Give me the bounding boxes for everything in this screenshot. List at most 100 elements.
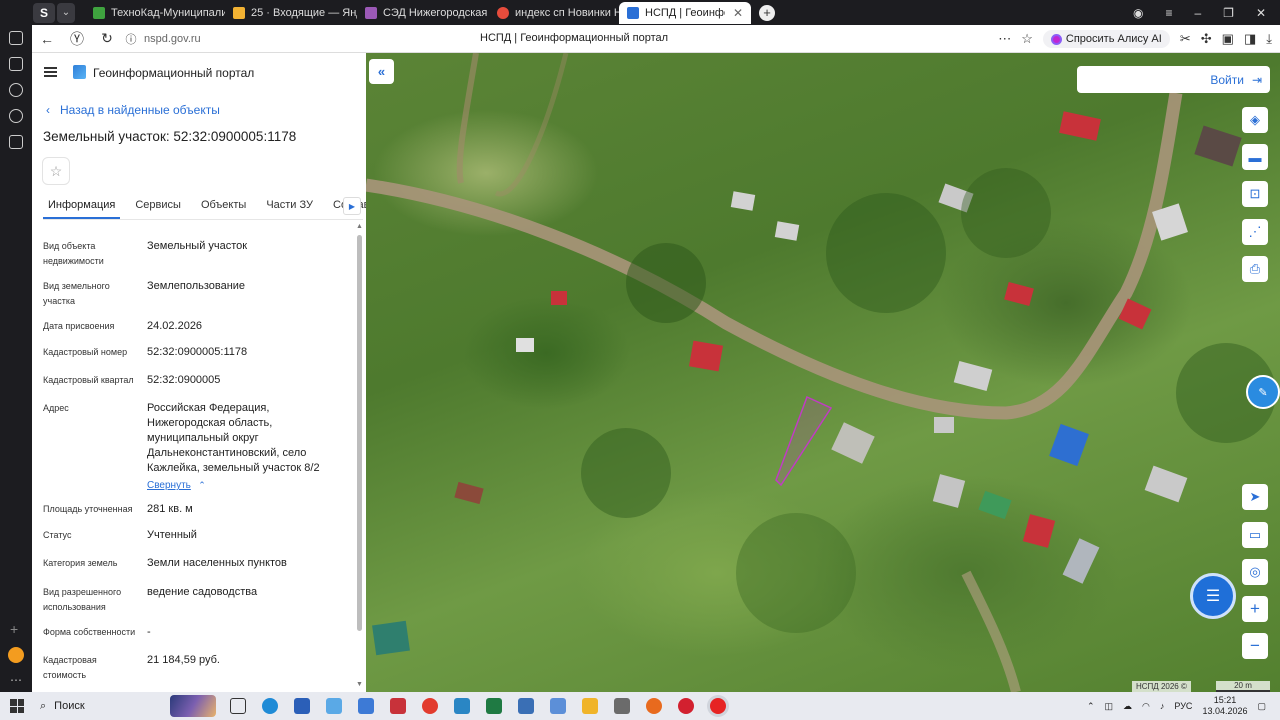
app-icon[interactable]	[326, 698, 342, 714]
property-value: 52:32:0900005	[147, 374, 221, 386]
sidebar-alice-icon[interactable]	[8, 647, 24, 663]
tab-information[interactable]: Информация	[43, 196, 121, 219]
scrollbar-thumb[interactable]	[357, 235, 362, 631]
extensions-icon[interactable]: ✣	[1201, 31, 1212, 47]
downloads-circle-icon[interactable]: ◉	[1133, 6, 1143, 20]
tabs-dropdown-button[interactable]: ⌄	[57, 2, 75, 23]
tab-objects[interactable]: Объекты	[196, 196, 251, 219]
sidebar-collections-icon[interactable]	[9, 57, 23, 71]
notepad-icon[interactable]	[358, 698, 374, 714]
yandex-browser-icon[interactable]	[710, 698, 726, 714]
tray-chevron-up-icon[interactable]: ⌃	[1087, 701, 1095, 712]
screen: S ⌄ ТехноКад-Муниципалитет 25 · Входящие…	[0, 0, 1280, 720]
tabs-scroll-right-button[interactable]: ▶	[343, 197, 361, 215]
download-icon[interactable]: ⤓	[1266, 31, 1272, 47]
sidebar-more-icon[interactable]: ⋯	[10, 673, 23, 687]
scroll-up-icon[interactable]: ▲	[356, 223, 363, 230]
property-value: Земли населенных пунктов	[147, 557, 287, 569]
yandex-icon[interactable]: Ⓨ	[62, 29, 92, 49]
app-icon[interactable]	[614, 698, 630, 714]
taskbar-clock[interactable]: 15:21 13.04.2026	[1202, 695, 1247, 717]
browser-tab[interactable]: индекс сп Новинки Нижегородская	[489, 2, 619, 24]
close-window-icon[interactable]: ✕	[1256, 6, 1266, 20]
site-info-icon[interactable]: ⓘ	[122, 31, 140, 47]
layers-button[interactable]: ◈	[1242, 107, 1268, 133]
opera-icon[interactable]	[678, 698, 694, 714]
zoom-out-button[interactable]: −	[1242, 633, 1268, 659]
select-area-button[interactable]: ⊡	[1242, 181, 1268, 207]
feedback-button[interactable]: ✎	[1246, 375, 1280, 409]
wifi-icon[interactable]: ◠	[1142, 701, 1150, 712]
maximize-icon[interactable]: ❐	[1223, 6, 1234, 20]
volume-icon[interactable]: ♪	[1160, 701, 1165, 711]
new-tab-button[interactable]: +	[759, 4, 775, 21]
house-roof	[953, 360, 993, 392]
browser-app-button[interactable]: S	[33, 2, 55, 23]
property-label: Статус	[43, 530, 72, 540]
tab-parts[interactable]: Части ЗУ	[261, 196, 318, 219]
house-roof	[1144, 465, 1188, 503]
browser-tab[interactable]: ТехноКад-Муниципалитет	[85, 2, 225, 24]
scroll-down-icon[interactable]: ▼	[356, 681, 363, 688]
more-options-icon[interactable]: ⋯	[998, 31, 1011, 47]
panel-scrollbar[interactable]: ▲ ▼	[356, 223, 364, 689]
back-to-results-link[interactable]: ‹ Назад в найденные объекты	[46, 103, 220, 117]
sidebar-home-icon[interactable]	[9, 31, 23, 45]
tools-icon[interactable]: ✂	[1180, 31, 1191, 47]
login-button[interactable]: Войти ⇥	[1077, 66, 1270, 93]
sidebar-play-icon[interactable]	[9, 109, 23, 123]
task-view-icon[interactable]	[230, 698, 246, 714]
share-button[interactable]: ⋰	[1242, 219, 1268, 245]
taskbar-search[interactable]: ⌕ Поиск	[40, 695, 216, 717]
collapse-link[interactable]: Свернуть ⌃	[147, 477, 267, 491]
app-icon[interactable]	[454, 698, 470, 714]
excel-icon[interactable]	[486, 698, 502, 714]
close-tab-icon[interactable]: ✕	[733, 6, 743, 20]
print-button[interactable]: ⎙	[1242, 256, 1268, 282]
bookmark-icon[interactable]: ☆	[1021, 31, 1033, 47]
chevron-left-icon: ‹	[46, 103, 50, 117]
tab-services[interactable]: Сервисы	[130, 196, 186, 219]
sidebar-five-icon[interactable]	[9, 135, 23, 149]
collapse-panel-button[interactable]: «	[369, 59, 394, 84]
tray-app-icon[interactable]: ◫	[1105, 701, 1114, 712]
hamburger-menu-icon[interactable]	[44, 67, 57, 77]
map-scale-bar: 20 m	[1216, 681, 1270, 692]
favorite-star-button[interactable]: ☆	[42, 157, 70, 185]
sidebar-history-icon[interactable]	[9, 83, 23, 97]
sidebar-add-icon[interactable]: +	[10, 621, 18, 637]
browser-tab-active[interactable]: НСПД | Геоинформационный ✕	[619, 1, 751, 24]
minimize-icon[interactable]: –	[1194, 6, 1201, 20]
geolocation-button[interactable]: ➤	[1242, 484, 1268, 510]
start-windows-icon[interactable]	[10, 699, 24, 713]
zoom-in-button[interactable]: +	[1242, 596, 1268, 622]
browser-tab[interactable]: СЭД Нижегородская обл.	[357, 2, 489, 24]
calendar-icon[interactable]	[390, 698, 406, 714]
menu-icon[interactable]: ≡	[1165, 6, 1172, 20]
edge-icon[interactable]	[262, 698, 278, 714]
tab-favicon-icon	[93, 6, 105, 19]
location-search-button[interactable]: ◎	[1242, 559, 1268, 585]
url-field[interactable]: nspd.gov.ru	[144, 33, 201, 45]
chat-assistant-button[interactable]: ☰	[1190, 573, 1236, 619]
house-roof	[934, 417, 954, 433]
yandex-app-icon[interactable]	[422, 698, 438, 714]
ruler-button[interactable]: ▬	[1242, 144, 1268, 170]
word-icon[interactable]	[294, 698, 310, 714]
input-language[interactable]: РУС	[1174, 701, 1192, 711]
back-arrow-icon[interactable]: ←	[32, 31, 62, 47]
store-icon[interactable]	[550, 698, 566, 714]
collections-icon[interactable]: ▣	[1222, 31, 1234, 47]
panel-tabs: Информация Сервисы Объекты Части ЗУ Сост…	[43, 196, 366, 220]
minimap-button[interactable]: ▭	[1242, 522, 1268, 548]
notifications-icon[interactable]: ▢	[1257, 701, 1266, 712]
calculator-icon[interactable]	[518, 698, 534, 714]
satellite-map[interactable]: « Войти ⇥ ◈ ▬ ⊡ ⋰ ⎙ ✎ ➤ ▭ ◎ + − ☰ НСПД 2…	[366, 53, 1280, 692]
file-explorer-icon[interactable]	[582, 698, 598, 714]
firefox-icon[interactable]	[646, 698, 662, 714]
reload-icon[interactable]: ↻	[92, 30, 122, 47]
browser-tab[interactable]: 25 · Входящие — Яндекс Почта	[225, 2, 357, 24]
ask-alice-button[interactable]: Спросить Алису AI	[1042, 30, 1170, 48]
tray-cloud-icon[interactable]: ☁	[1123, 701, 1132, 712]
profile-icon[interactable]: ◨	[1244, 31, 1256, 47]
